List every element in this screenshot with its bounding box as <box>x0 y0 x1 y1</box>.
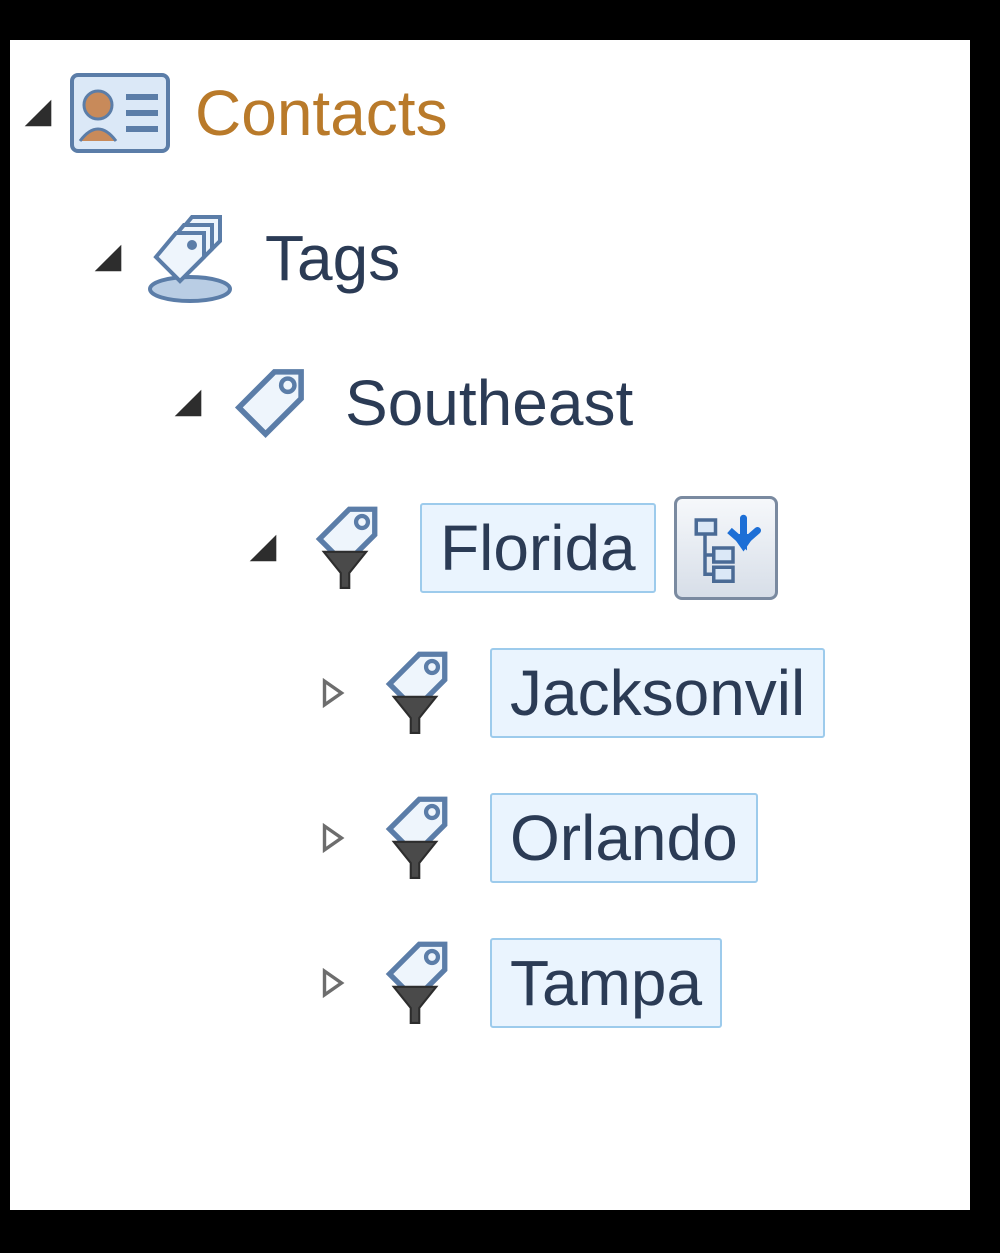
tree-item-orlando[interactable]: Orlando <box>10 765 970 910</box>
tree-item-contacts[interactable]: Contacts <box>10 40 970 185</box>
tag-filter-icon <box>360 650 470 735</box>
tree-item-label: Tags <box>265 221 400 295</box>
tree-item-florida[interactable]: Florida <box>10 475 970 620</box>
tag-filter-icon <box>290 505 400 590</box>
expand-tree-icon <box>691 513 761 583</box>
tree-item-label: Contacts <box>195 76 448 150</box>
contacts-icon <box>65 73 175 153</box>
tree-item-label: Tampa <box>490 938 722 1028</box>
expand-toggle-icon[interactable] <box>80 239 135 277</box>
tag-icon <box>215 363 325 443</box>
expand-toggle-icon[interactable] <box>305 821 360 855</box>
tree-item-label: Jacksonvil <box>490 648 825 738</box>
tree-item-tags[interactable]: Tags <box>10 185 970 330</box>
expand-all-button[interactable] <box>674 496 778 600</box>
tree-item-southeast[interactable]: Southeast <box>10 330 970 475</box>
tree-item-tampa[interactable]: Tampa <box>10 910 970 1055</box>
expand-toggle-icon[interactable] <box>305 966 360 1000</box>
tag-filter-icon <box>360 795 470 880</box>
expand-toggle-icon[interactable] <box>305 676 360 710</box>
tree-item-jacksonville[interactable]: Jacksonvil <box>10 620 970 765</box>
expand-toggle-icon[interactable] <box>160 384 215 422</box>
tag-filter-icon <box>360 940 470 1025</box>
tags-stack-icon <box>135 213 245 303</box>
tree-item-label: Southeast <box>345 366 633 440</box>
tree-panel: Contacts Tags <box>10 40 970 1210</box>
expand-toggle-icon[interactable] <box>235 529 290 567</box>
expand-toggle-icon[interactable] <box>10 94 65 132</box>
tree-item-label: Orlando <box>490 793 758 883</box>
tree-item-label: Florida <box>420 503 656 593</box>
